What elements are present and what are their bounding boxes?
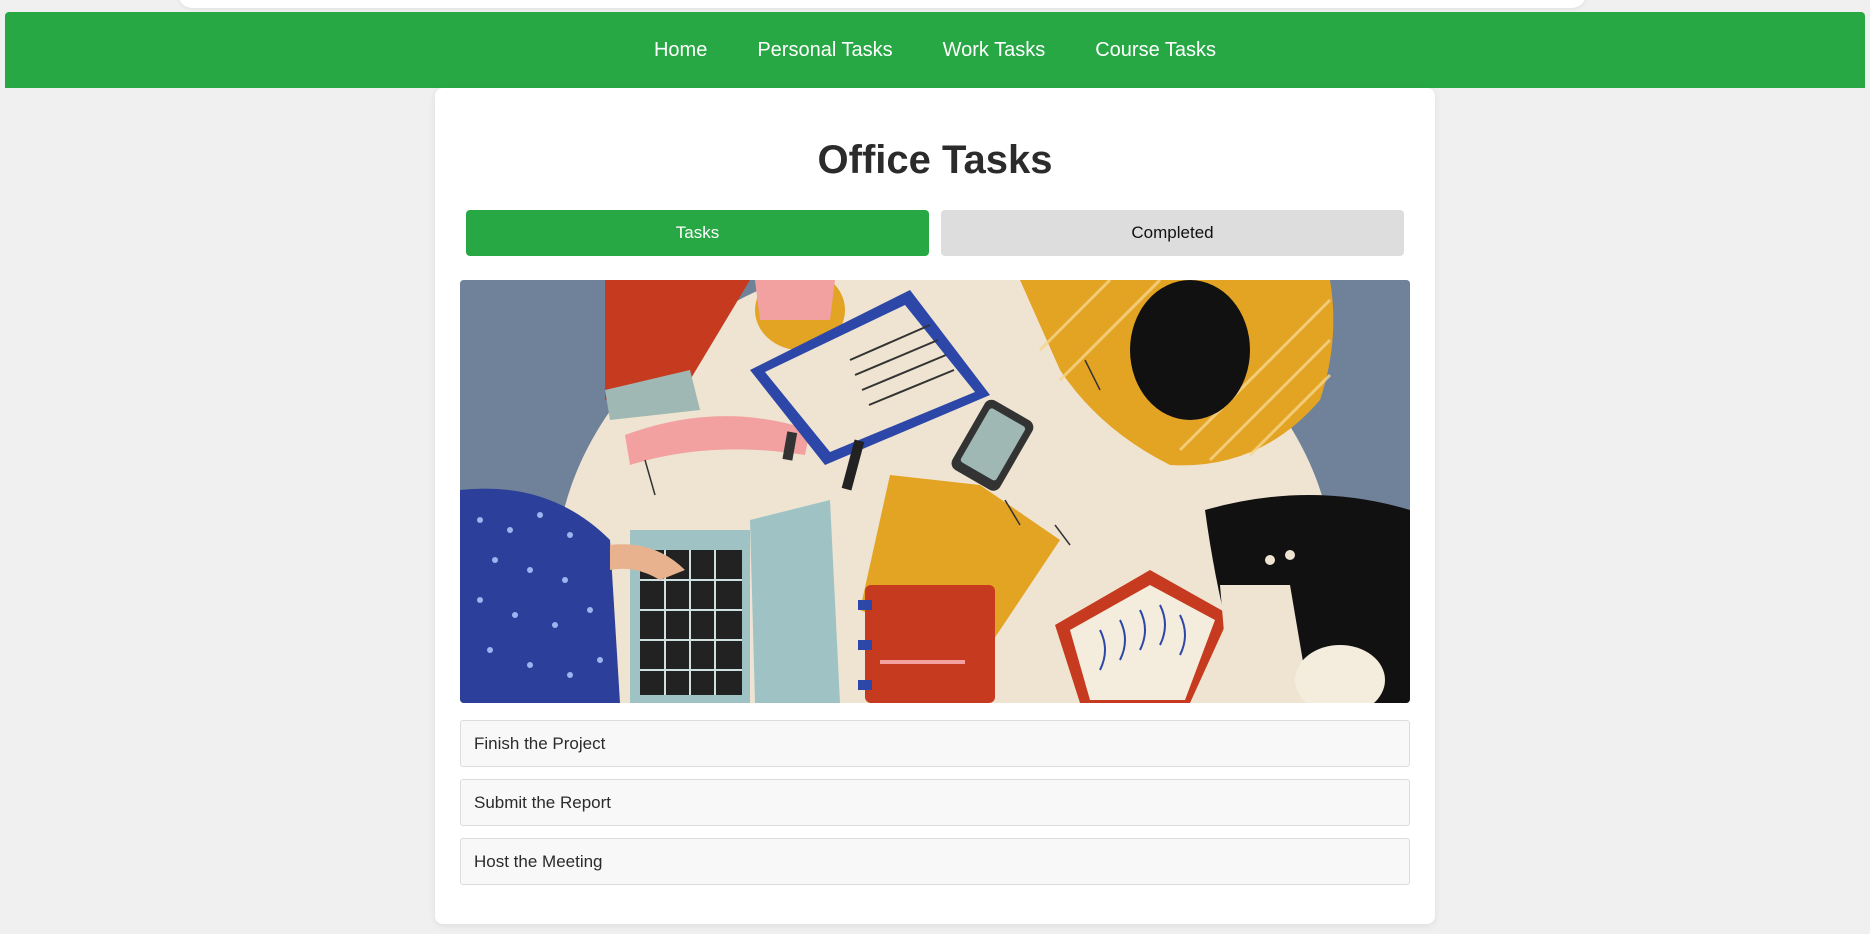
tab-tasks[interactable]: Tasks <box>466 210 929 256</box>
task-item-finish-project[interactable]: Finish the Project <box>460 720 1410 767</box>
task-list: Finish the Project Submit the Report Hos… <box>460 720 1410 897</box>
task-card: Office Tasks Tasks Completed Finish the … <box>435 88 1435 924</box>
task-item-submit-report[interactable]: Submit the Report <box>460 779 1410 826</box>
office-illustration <box>460 280 1410 703</box>
nav-link-home[interactable]: Home <box>654 39 707 62</box>
top-navbar: Home Personal Tasks Work Tasks Course Ta… <box>5 12 1865 88</box>
task-tabs: Tasks Completed <box>466 210 1404 256</box>
nav-link-course-tasks[interactable]: Course Tasks <box>1095 39 1216 62</box>
task-item-host-meeting[interactable]: Host the Meeting <box>460 838 1410 885</box>
nav-link-work-tasks[interactable]: Work Tasks <box>943 39 1046 62</box>
top-strip <box>178 0 1586 8</box>
nav-link-personal-tasks[interactable]: Personal Tasks <box>757 39 892 62</box>
page-title: Office Tasks <box>817 138 1053 182</box>
tab-completed[interactable]: Completed <box>941 210 1404 256</box>
office-team-table-illustration-icon <box>460 280 1410 703</box>
